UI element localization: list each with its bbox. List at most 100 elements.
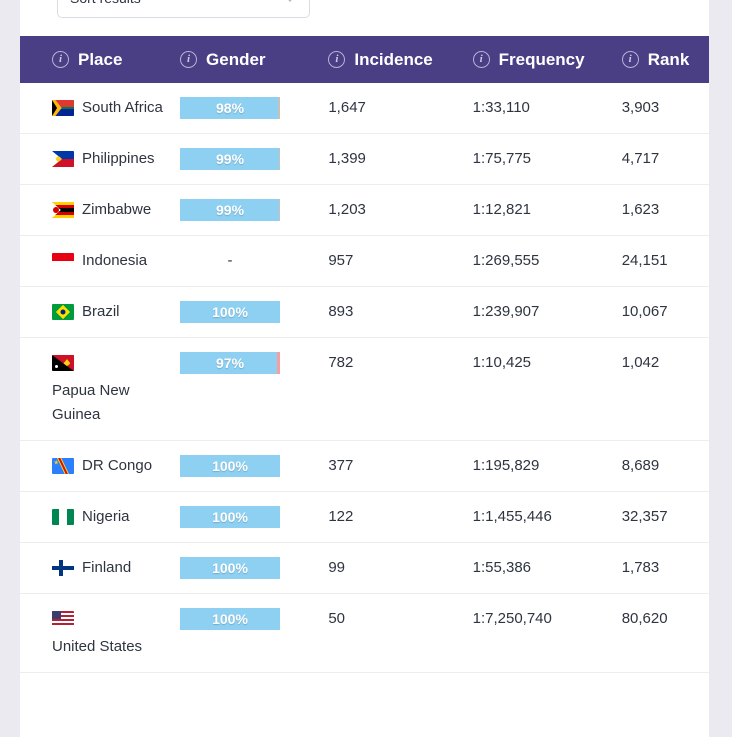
frequency-cell: 1:1,455,446 — [472, 508, 552, 525]
frequency-cell: 1:10,425 — [472, 354, 532, 371]
frequency-cell: 1:75,775 — [472, 150, 532, 167]
gender-bar-label: 99% — [216, 202, 245, 218]
incidence-cell: 122 — [328, 508, 354, 525]
place-name: Papua New Guinea — [52, 382, 130, 423]
column-header-incidence[interactable]: i Incidence — [314, 50, 463, 70]
table-row[interactable]: Indonesia - 957 1:269,555 24,151 — [20, 236, 709, 287]
sort-results-select[interactable]: Sort results — [57, 0, 310, 18]
results-table: i Place i Gender i Incidence i Frequency i Rank S… — [20, 36, 709, 673]
gender-cell: 97% — [170, 351, 314, 374]
gender-cell: 98% — [170, 96, 314, 119]
column-header-label: Gender — [206, 49, 266, 69]
column-header-label: Incidence — [354, 49, 433, 69]
place-name: Zimbabwe — [82, 201, 152, 218]
info-icon[interactable]: i — [621, 51, 639, 68]
gender-bar-label: 100% — [212, 560, 248, 576]
gender-empty-value: - — [227, 252, 233, 269]
incidence-cell: 50 — [328, 610, 346, 627]
table-row[interactable]: DR Congo 100% 377 1:195,829 8,689 — [20, 441, 709, 492]
gender-bar-label: 97% — [216, 355, 245, 371]
column-header-label: Frequency — [498, 49, 585, 69]
gender-bar-label: 100% — [212, 458, 248, 474]
rank-cell: 4,717 — [621, 150, 660, 167]
frequency-cell: 1:239,907 — [472, 303, 540, 320]
place-cell: DR Congo — [20, 454, 170, 478]
gender-bar: 99% — [180, 199, 281, 221]
info-icon[interactable]: i — [328, 51, 346, 68]
place-name: Brazil — [82, 303, 120, 320]
table-row[interactable]: Brazil 100% 893 1:239,907 10,067 — [20, 287, 709, 338]
place-cell: Papua New Guinea — [20, 351, 170, 427]
rank-cell: 1,623 — [621, 201, 660, 218]
table-row[interactable]: Finland 100% 99 1:55,386 1,783 — [20, 543, 709, 594]
gender-bar: 99% — [180, 148, 281, 170]
incidence-cell: 893 — [328, 303, 354, 320]
table-row[interactable]: Philippines 99% 1,399 1:75,775 4,717 — [20, 134, 709, 185]
place-cell: Indonesia — [20, 249, 170, 273]
rank-cell: 1,042 — [621, 354, 660, 371]
place-name: South Africa — [82, 99, 163, 116]
place-cell: United States — [20, 607, 170, 659]
incidence-cell: 782 — [328, 354, 354, 371]
rank-cell: 80,620 — [621, 610, 668, 627]
flag-philippines-icon — [52, 151, 74, 167]
rank-cell: 1,783 — [621, 559, 660, 576]
flag-zimbabwe-icon — [52, 202, 74, 218]
info-icon[interactable]: i — [180, 51, 198, 68]
place-name: Nigeria — [82, 508, 130, 525]
incidence-cell: 99 — [328, 559, 346, 576]
gender-cell: 99% — [170, 147, 314, 170]
gender-cell: 100% — [170, 505, 314, 528]
column-header-frequency[interactable]: i Frequency — [464, 50, 613, 70]
gender-bar: 100% — [180, 557, 281, 579]
frequency-cell: 1:33,110 — [472, 99, 530, 116]
flag-papua-new-guinea-icon — [52, 355, 74, 371]
incidence-cell: 1,399 — [328, 150, 366, 167]
gender-bar: 98% — [180, 97, 281, 119]
gender-cell: 100% — [170, 454, 314, 477]
table-row[interactable]: South Africa 98% 1,647 1:33,110 3,903 — [20, 83, 709, 134]
gender-bar-label: 100% — [212, 611, 248, 627]
table-row[interactable]: Nigeria 100% 122 1:1,455,446 32,357 — [20, 492, 709, 543]
gender-cell: 99% — [170, 198, 314, 221]
table-header-row: i Place i Gender i Incidence i Frequency i Rank — [20, 36, 709, 83]
sort-results-dropdown[interactable]: Sort results — [57, 0, 310, 18]
info-icon[interactable]: i — [52, 51, 69, 68]
place-name: Philippines — [82, 150, 155, 167]
flag-dr-congo-icon — [52, 458, 74, 474]
table-row[interactable]: United States 100% 50 1:7,250,740 80,620 — [20, 594, 709, 673]
flag-indonesia-icon — [52, 253, 74, 269]
gender-bar-label: 98% — [216, 100, 245, 116]
place-cell: Philippines — [20, 147, 170, 171]
rank-cell: 10,067 — [621, 303, 668, 320]
rank-cell: 24,151 — [621, 252, 668, 269]
place-name: United States — [52, 638, 143, 655]
incidence-cell: 957 — [328, 252, 354, 269]
incidence-cell: 377 — [328, 457, 354, 474]
flag-finland-icon — [52, 560, 74, 576]
sort-results-label: Sort results — [70, 0, 141, 6]
column-header-place[interactable]: i Place — [20, 50, 170, 70]
frequency-cell: 1:195,829 — [472, 457, 540, 474]
frequency-cell: 1:55,386 — [472, 559, 532, 576]
gender-bar: 100% — [180, 301, 281, 323]
table-row[interactable]: Zimbabwe 99% 1,203 1:12,821 1,623 — [20, 185, 709, 236]
flag-brazil-icon — [52, 304, 74, 320]
place-name: Finland — [82, 559, 132, 576]
rank-cell: 3,903 — [621, 99, 660, 116]
gender-bar-label: 100% — [212, 509, 248, 525]
place-cell: South Africa — [20, 96, 170, 120]
page-root: Sort results iPlaceiGenderiIncidenceiFre… — [0, 0, 732, 737]
frequency-cell: 1:7,250,740 — [472, 610, 552, 627]
incidence-cell: 1,647 — [328, 99, 366, 116]
flag-united-states-icon — [52, 611, 74, 627]
column-header-gender[interactable]: i Gender — [170, 50, 314, 70]
column-header-rank[interactable]: i Rank — [613, 50, 709, 70]
table-row[interactable]: Papua New Guinea 97% 782 1:10,425 1,042 — [20, 338, 709, 441]
gender-cell: 100% — [170, 607, 314, 630]
incidence-cell: 1,203 — [328, 201, 366, 218]
column-header-label: Place — [78, 49, 123, 69]
gender-bar: 100% — [180, 455, 281, 477]
info-icon[interactable]: i — [472, 51, 490, 68]
place-name: Indonesia — [82, 252, 148, 269]
